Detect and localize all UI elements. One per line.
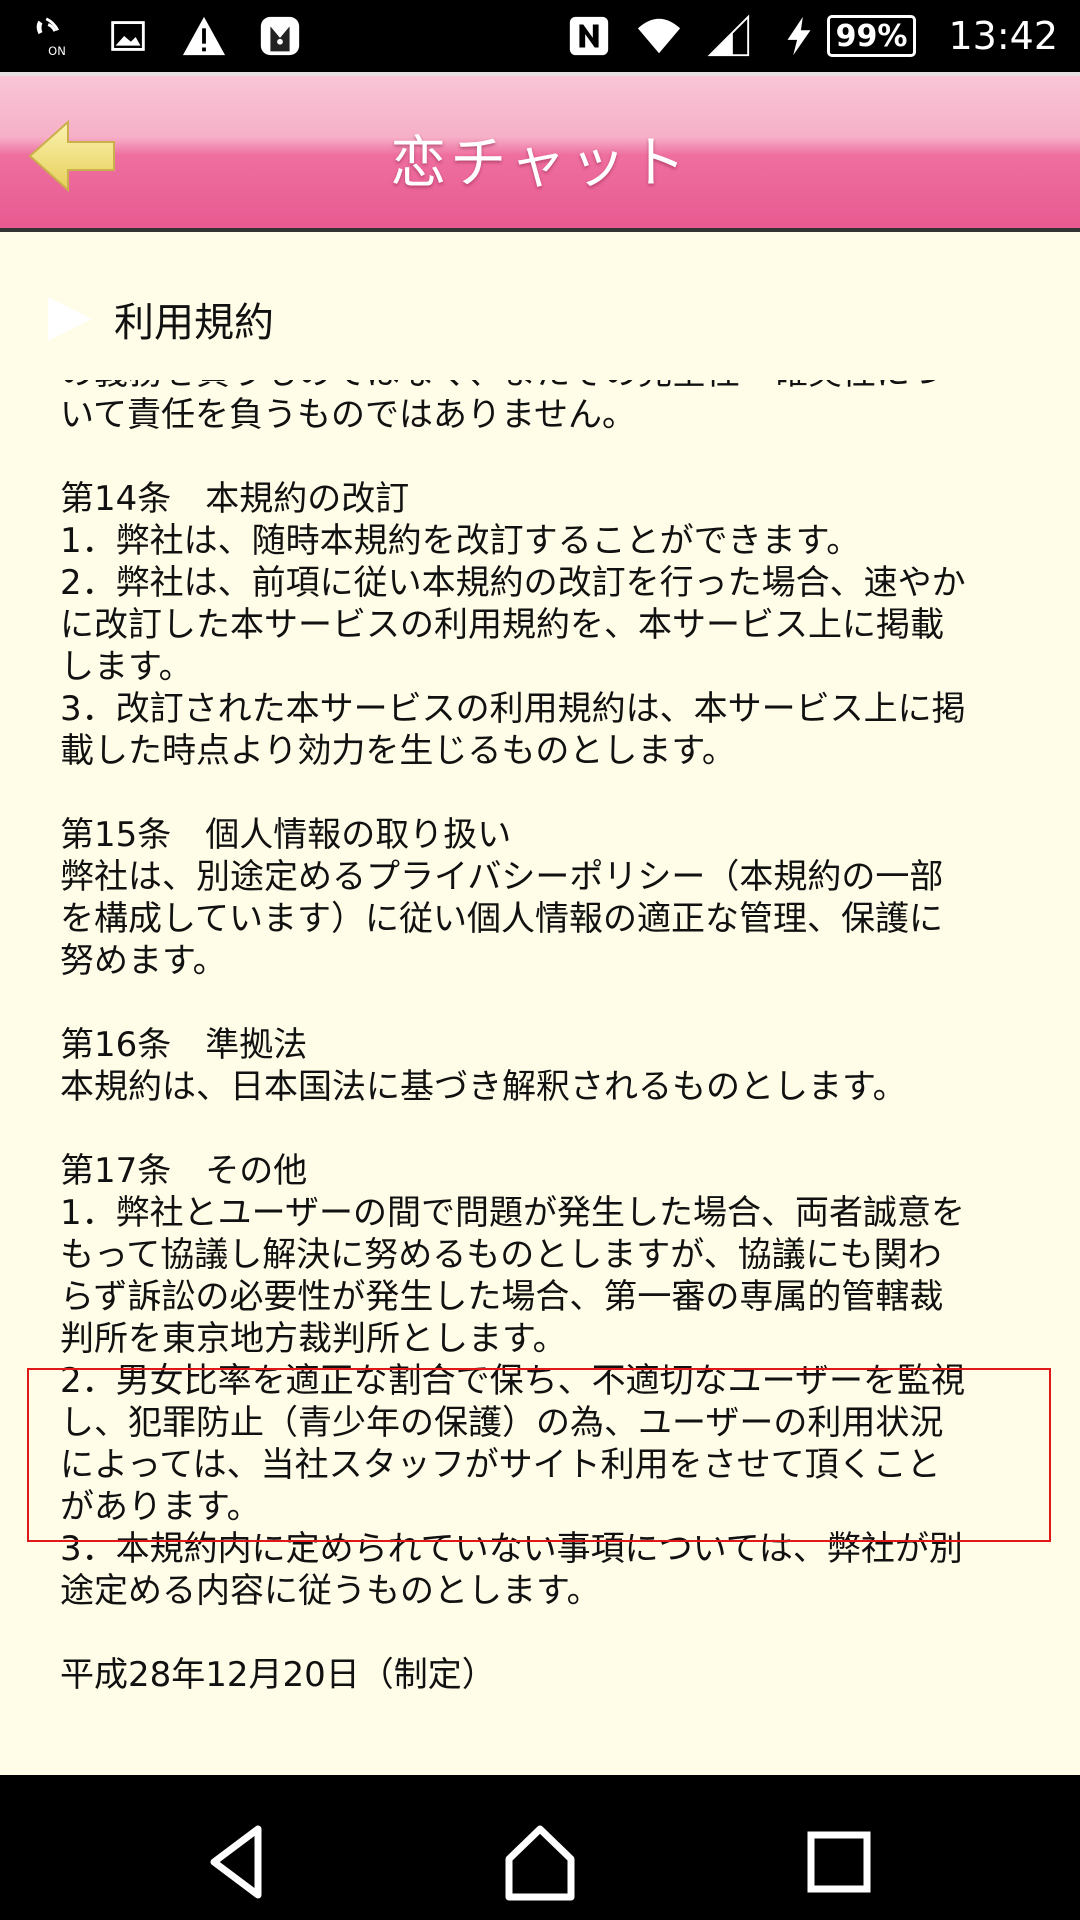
warning-icon bbox=[180, 12, 228, 60]
terms-blank-line bbox=[60, 772, 1020, 814]
home-icon bbox=[505, 1825, 575, 1901]
section-title: 利用規約 bbox=[114, 300, 274, 346]
terms-line: らず訴訟の必要性が発生した場合、第一審の専属的管轄裁 bbox=[60, 1277, 944, 1317]
nav-recents-button[interactable] bbox=[795, 1817, 885, 1907]
terms-text: の義務を負うものではなく、またその完全性・確実性について責任を負うものではありま… bbox=[60, 380, 1020, 1696]
battery-percent: 99% bbox=[826, 15, 917, 57]
app-header: 恋チャット bbox=[0, 72, 1080, 232]
app-title: 恋チャット bbox=[390, 131, 690, 196]
terms-line: 努めます。 bbox=[60, 941, 227, 981]
back-triangle-icon bbox=[210, 1825, 262, 1899]
svg-text:ON: ON bbox=[48, 44, 66, 58]
terms-line: します。 bbox=[60, 647, 193, 687]
status-time: 13:42 bbox=[948, 14, 1058, 58]
terms-line: の義務を負うものではなく、またその完全性・確実性につ bbox=[60, 380, 1020, 394]
terms-line: 途定める内容に従うものとします。 bbox=[60, 1571, 601, 1611]
recents-square-icon bbox=[807, 1831, 871, 1893]
status-bar-system: 99% 13:42 bbox=[565, 10, 1058, 62]
terms-line: 1．弊社は、随時本規約を改訂することができます。 bbox=[60, 521, 861, 561]
terms-blank-line bbox=[60, 436, 1020, 478]
nav-home-button[interactable] bbox=[495, 1817, 585, 1907]
nav-back-button[interactable] bbox=[196, 1817, 286, 1907]
status-bar-notifications: ON bbox=[28, 10, 304, 62]
battery-indicator: 99% bbox=[775, 12, 917, 60]
terms-line: し、犯罪防止（青少年の保護）の為、ユーザーの利用状況 bbox=[60, 1403, 944, 1443]
terms-line: 第15条 個人情報の取り扱い bbox=[60, 815, 512, 855]
terms-line: 2．男女比率を適正な割合で保ち、不適切なユーザーを監視 bbox=[60, 1361, 965, 1401]
image-icon bbox=[104, 12, 152, 60]
terms-line: があります。 bbox=[60, 1487, 261, 1527]
terms-line: 3．改訂された本サービスの利用規約は、本サービス上に掲 bbox=[60, 689, 966, 729]
terms-line: 第16条 準拠法 bbox=[60, 1025, 308, 1065]
terms-line: もって協議し解決に努めるものとしますが、協議にも関わ bbox=[60, 1235, 942, 1275]
terms-line: 本規約は、日本国法に基づき解釈されるものとします。 bbox=[60, 1067, 907, 1107]
terms-line: 平成28年12月20日（制定） bbox=[60, 1655, 496, 1695]
play-arrow-icon bbox=[44, 293, 96, 345]
terms-scroll-area[interactable]: の義務を負うものではなく、またその完全性・確実性について責任を負うものではありま… bbox=[0, 380, 1080, 1775]
wifi-icon bbox=[635, 12, 683, 60]
terms-line: 第14条 本規約の改訂 bbox=[60, 479, 410, 519]
terms-blank-line bbox=[60, 982, 1020, 1024]
terms-line: 2．弊社は、前項に従い本規約の改訂を行った場合、速やか bbox=[60, 563, 966, 603]
terms-line: いて責任を負うものではありません。 bbox=[60, 395, 636, 435]
status-bar: ON 99% 13:42 bbox=[0, 0, 1080, 72]
app-notification-icon bbox=[256, 12, 304, 60]
terms-line: 載した時点より効力を生じるものとします。 bbox=[60, 731, 736, 771]
terms-line: 3．本規約内に定められていない事項については、弊社が別 bbox=[60, 1529, 963, 1569]
charging-icon bbox=[775, 12, 823, 60]
terms-line: 第17条 その他 bbox=[60, 1151, 308, 1191]
terms-blank-line bbox=[60, 1108, 1020, 1150]
terms-line: によっては、当社スタッフがサイト利用をさせて頂くこと bbox=[60, 1445, 941, 1485]
nfc-icon bbox=[565, 12, 613, 60]
navigation-bar bbox=[0, 1775, 1080, 1920]
terms-line: 1．弊社とユーザーの間で問題が発生した場合、両者誠意を bbox=[60, 1193, 965, 1233]
wifi-calling-on-icon: ON bbox=[28, 12, 76, 60]
terms-line: を構成しています）に従い個人情報の適正な管理、保護に bbox=[60, 899, 943, 939]
signal-icon bbox=[705, 12, 753, 60]
terms-line: に改訂した本サービスの利用規約を、本サービス上に掲載 bbox=[60, 605, 944, 645]
section-heading: 利用規約 bbox=[44, 290, 274, 348]
terms-blank-line bbox=[60, 1612, 1020, 1654]
terms-line: 弊社は、別途定めるプライバシーポリシー（本規約の一部 bbox=[60, 857, 944, 897]
terms-line: 判所を東京地方裁判所とします。 bbox=[60, 1319, 567, 1359]
